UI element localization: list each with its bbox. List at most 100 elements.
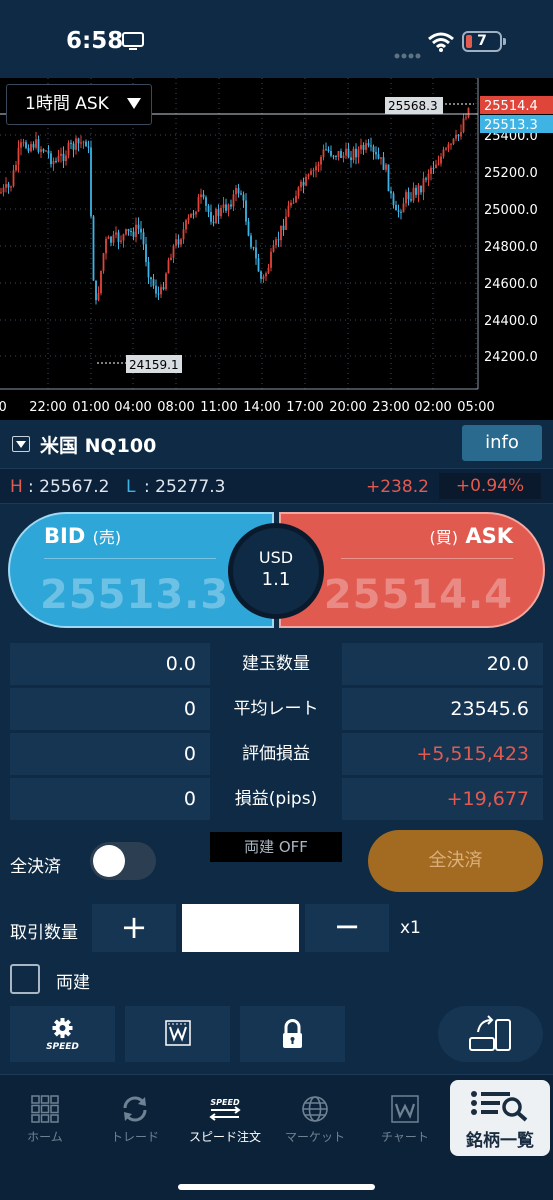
candle-body (345, 148, 347, 156)
candle-body (452, 138, 455, 144)
candle-body (192, 213, 195, 215)
candle-body (440, 156, 442, 164)
settle-all-toggle[interactable] (90, 842, 156, 880)
x-tick-label: 04:00 (114, 400, 151, 415)
candle-body (325, 149, 327, 151)
candle-body (50, 153, 52, 165)
candle-body (287, 205, 290, 217)
candle-body (395, 204, 397, 211)
candle-body (217, 209, 220, 217)
lock-icon (283, 1019, 302, 1048)
candle-body (0, 192, 2, 194)
candle-body (47, 150, 50, 154)
candle-body (437, 163, 440, 165)
info-button[interactable]: info (462, 425, 542, 461)
tab-symbol-list[interactable]: 銘柄一覧 (450, 1080, 550, 1156)
symbol-name[interactable]: 米国 NQ100 (40, 431, 156, 458)
position-right-value: 20.0 (342, 643, 543, 685)
settle-all-label: 全決済 (10, 857, 61, 877)
rotate-screen-button[interactable] (438, 1006, 543, 1062)
x-tick-label: 22:00 (29, 400, 66, 415)
y-tick-label: 24400.0 (484, 314, 538, 329)
ask-label: (買) ASK (429, 524, 513, 548)
position-right-value: 23545.6 (342, 688, 543, 730)
spread-currency: USD (258, 548, 294, 567)
position-left-value: 0 (10, 733, 210, 775)
tab-speed-order[interactable]: SPEED スピード注文 (180, 1080, 270, 1154)
candle-body (465, 117, 467, 119)
candle-body (375, 152, 377, 155)
candle-body (2, 187, 5, 193)
candle-body (177, 239, 180, 245)
x-tick-label: 05:00 (457, 400, 494, 415)
tab-trade[interactable]: トレード (90, 1080, 180, 1154)
candle-body (357, 149, 360, 158)
candle-body (432, 167, 435, 169)
position-left-value: 0 (10, 688, 210, 730)
position-row-quantity: 0.0 建玉数量 20.0 (10, 643, 543, 685)
settle-all-button[interactable]: 全決済 (368, 830, 543, 892)
quantity-decrease-button[interactable]: − (305, 904, 389, 952)
tab-chart[interactable]: チャート (360, 1080, 450, 1154)
quantity-multiplier[interactable]: x1 (400, 918, 421, 938)
candle-body (95, 280, 97, 301)
candle-body (295, 196, 297, 203)
candle-body (185, 220, 187, 230)
candle-body (157, 293, 160, 295)
candle-body (67, 142, 70, 156)
candle-body (247, 221, 250, 236)
candle-body (290, 202, 292, 206)
candle-body (370, 145, 372, 147)
candle-body (32, 144, 35, 148)
hedge-checkbox[interactable] (10, 964, 40, 994)
high-low-row: H : 25567.2 L : 25277.3 +238.2 +0.94% (0, 468, 553, 504)
symbol-dropdown-icon[interactable] (12, 436, 30, 452)
candle-body (260, 271, 262, 279)
tab-label: チャート (381, 1130, 429, 1144)
quantity-increase-button[interactable]: + (92, 904, 176, 952)
candle-body (447, 144, 450, 149)
timeframe-select[interactable]: 1時間 ASK (6, 84, 152, 125)
candle-body (335, 155, 337, 157)
candle-body (200, 194, 202, 198)
candle-body (385, 164, 387, 170)
candle-body (337, 151, 340, 157)
candle-body (327, 149, 330, 151)
candle-body (377, 154, 380, 159)
y-tick-label: 25000.0 (484, 203, 538, 218)
candle-body (270, 251, 272, 268)
lock-button[interactable] (240, 1006, 345, 1062)
speed-settings-button[interactable]: SPEED (10, 1006, 115, 1062)
candle-body (275, 239, 277, 246)
candle-body (175, 239, 177, 246)
candle-body (237, 188, 240, 194)
candle-body (442, 149, 445, 157)
tab-label: マーケット (284, 1130, 345, 1144)
candle-body (467, 107, 470, 118)
candle-body (415, 187, 417, 195)
tab-market[interactable]: マーケット (270, 1080, 360, 1154)
candle-body (252, 247, 255, 249)
candle-body (297, 187, 300, 197)
candle-body (320, 156, 322, 165)
candle-body (172, 245, 175, 258)
candle-body (85, 141, 87, 147)
candle-body (52, 160, 55, 165)
candlestick-chart[interactable]: 25400.025200.025000.024800.024600.024400… (0, 78, 553, 420)
candle-body (190, 213, 192, 218)
candle-body (62, 153, 65, 162)
candle-body (142, 232, 145, 245)
y-tick-label: 25200.0 (484, 166, 538, 181)
candle-body (282, 225, 285, 230)
candle-body (317, 164, 320, 167)
tab-home[interactable]: ホーム (0, 1080, 90, 1154)
divider (44, 558, 216, 559)
quantity-input[interactable] (182, 904, 299, 952)
timeframe-label: 1時間 ASK (25, 94, 109, 114)
price-chart[interactable]: 25400.0 25200.0 25000.0 24800.0 24600.0 24400… (0, 78, 553, 420)
high-value: : 25567.2 (28, 477, 110, 497)
chart-settings-button[interactable] (125, 1006, 230, 1062)
y-tick-label: 24800.0 (484, 240, 538, 255)
candle-body (215, 209, 217, 224)
candle-body (27, 147, 30, 152)
